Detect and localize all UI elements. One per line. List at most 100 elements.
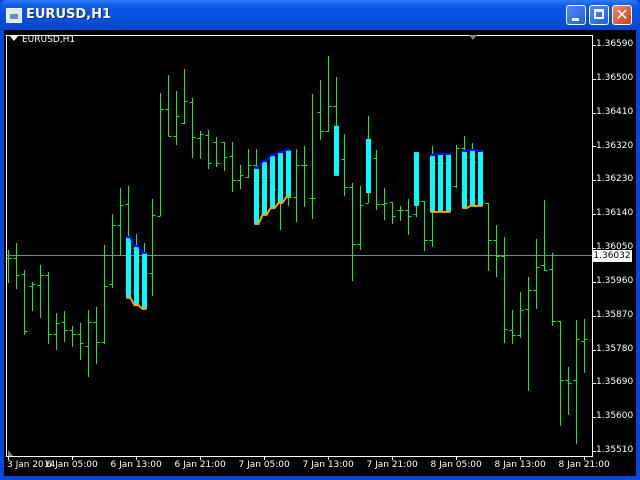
price-chart[interactable] [0, 0, 640, 480]
ohlc-bar [541, 199, 548, 271]
indicator-bar [334, 125, 339, 176]
ohlc-bar [517, 291, 524, 338]
ohlc-bar [69, 325, 76, 347]
ohlc-bar [317, 79, 324, 141]
indicator-bar [462, 151, 467, 209]
ohlc-bar [381, 187, 388, 221]
ohlc-bar [37, 264, 44, 318]
ohlc-bar [189, 98, 196, 159]
ohlc-bar [493, 225, 500, 277]
time-tick-label: 8 Jan 13:00 [494, 460, 546, 470]
ohlc-bar [181, 69, 188, 124]
ohlc-bar [173, 90, 180, 145]
time-tick-label: 6 Jan 21:00 [174, 460, 226, 470]
ohlc-bar [325, 55, 332, 132]
time-tick-label: 8 Jan 21:00 [558, 460, 610, 470]
price-tick-label: 1.35780 [596, 343, 634, 354]
time-tick-label: 7 Jan 05:00 [238, 460, 290, 470]
ohlc-bar [573, 320, 580, 444]
ohlc-bar [565, 367, 572, 415]
ohlc-bar [29, 281, 36, 312]
price-tick-label: 1.35690 [596, 377, 634, 388]
ohlc-bar [533, 238, 540, 309]
indicator-bar [278, 152, 283, 203]
indicator-top-line [430, 153, 451, 157]
ohlc-bar [61, 311, 68, 342]
ohlc-bar [525, 276, 532, 391]
price-tick-label: 1.36410 [596, 106, 634, 117]
ohlc-bar [389, 202, 396, 224]
price-tick-label: 1.35870 [596, 309, 634, 320]
indicator-bar [478, 151, 483, 206]
indicator-bar [446, 154, 451, 212]
ohlc-bar [85, 310, 92, 377]
ohlc-bar [549, 252, 556, 326]
ohlc-bar [509, 310, 516, 344]
indicator-bar [262, 161, 267, 215]
time-tick-label: 6 Jan 13:00 [110, 460, 162, 470]
indicator-bar [142, 252, 147, 309]
current-price-label: 1.36032 [592, 250, 632, 262]
ohlc-bar [293, 149, 300, 223]
indicator-bar [270, 155, 275, 209]
ohlc-bar [397, 205, 404, 221]
time-tick-label: 6 Jan 05:00 [46, 460, 98, 470]
price-tick-label: 1.35960 [596, 275, 634, 286]
price-tick-label: 1.36320 [596, 140, 634, 151]
ohlc-bar [149, 199, 156, 297]
ohlc-bar [301, 146, 308, 208]
ohlc-bar [309, 93, 316, 220]
indicator-bar [414, 152, 419, 206]
indicator-bar [134, 246, 139, 306]
time-tick-label: 8 Jan 05:00 [430, 460, 482, 470]
chart-shift-marker-icon [469, 35, 477, 40]
scroll-marker-icon [8, 450, 13, 456]
indicator-bar [430, 155, 435, 212]
ohlc-bar [453, 144, 460, 188]
ohlc-bar [221, 141, 228, 171]
ohlc-bar [77, 322, 84, 361]
ohlc-bar [349, 182, 356, 282]
ohlc-bar [405, 199, 412, 235]
ohlc-bar [557, 320, 564, 426]
ohlc-bar [205, 129, 212, 170]
ohlc-bar [165, 75, 172, 137]
indicator-top-line [462, 148, 483, 153]
price-tick-label: 1.36230 [596, 174, 634, 185]
ohlc-bar [13, 243, 20, 289]
ohlc-bar [373, 149, 380, 211]
chart-symbol-label[interactable]: EURUSD,H1 [10, 35, 75, 45]
time-tick-label: 7 Jan 21:00 [366, 460, 418, 470]
ohlc-bar [357, 185, 364, 250]
ohlc-bar [341, 134, 348, 197]
ohlc-bar [53, 313, 60, 350]
indicator-bar [254, 167, 259, 224]
ohlc-bar [101, 244, 108, 344]
price-tick-label: 1.36500 [596, 72, 634, 83]
indicator-bar [286, 149, 291, 197]
price-tick-label: 1.35510 [596, 445, 634, 455]
ohlc-bar [501, 237, 508, 344]
price-tick-label: 1.35600 [596, 411, 634, 422]
ohlc-bar [421, 201, 428, 252]
ohlc-bar [581, 319, 588, 373]
ohlc-bar [213, 137, 220, 168]
indicator-bar [366, 138, 371, 194]
price-tick-label: 1.36590 [596, 39, 634, 49]
ohlc-bar [157, 93, 164, 217]
ohlc-bar [237, 164, 244, 189]
ohlc-bar [245, 149, 252, 179]
time-tick-label: 7 Jan 13:00 [302, 460, 354, 470]
ohlc-bar [109, 214, 116, 288]
indicator-bar [470, 149, 475, 206]
indicator-bar [438, 154, 443, 212]
indicator-bar [126, 237, 131, 298]
ohlc-bar [197, 131, 204, 159]
ohlc-bar [93, 307, 100, 365]
ohlc-bar [45, 272, 52, 344]
price-tick-label: 1.36140 [596, 208, 634, 219]
ohlc-bar [117, 187, 124, 256]
ohlc-bar [21, 270, 28, 335]
ohlc-bar [485, 202, 492, 271]
ohlc-bar [229, 141, 236, 192]
